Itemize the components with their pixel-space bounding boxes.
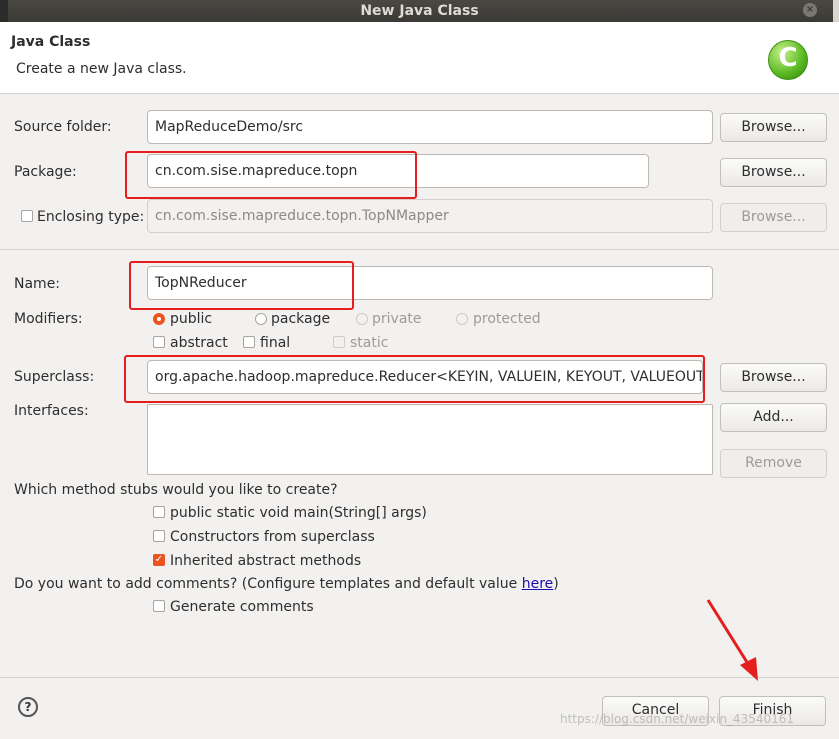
interfaces-list[interactable] [147,404,713,475]
dialog-header: Java Class Create a new Java class. C [0,22,839,94]
modifier-static-checkbox [333,336,345,348]
interfaces-label: Interfaces: [14,403,89,419]
superclass-browse-button[interactable]: Browse... [720,363,827,392]
modifier-abstract-checkbox[interactable] [153,336,165,348]
annotation-box-package [125,151,417,199]
source-folder-browse-button[interactable]: Browse... [720,113,827,142]
enclosing-type-field: cn.com.sise.mapreduce.topn.TopNMapper [147,199,713,233]
modifier-protected-label: protected [473,311,541,327]
modifiers-label: Modifiers: [14,311,83,327]
generate-comments-label: Generate comments [170,599,314,615]
modifier-public-radio[interactable] [153,313,165,325]
interfaces-add-button[interactable]: Add... [720,403,827,432]
title-bar-right-edge [833,0,839,22]
enclosing-type-checkbox[interactable] [21,210,33,222]
configure-templates-link[interactable]: here [522,576,554,592]
header-subtitle: Create a new Java class. [16,61,187,77]
comments-question-text: Do you want to add comments? (Configure … [14,576,522,592]
comments-question-close: ) [553,576,559,592]
logo-letter: C [778,43,798,73]
modifier-protected-radio [456,313,468,325]
modifier-package-radio[interactable] [255,313,267,325]
java-class-logo-icon: C [768,40,808,80]
modifier-public-label: public [170,311,213,327]
modifier-package-label: package [271,311,331,327]
package-label: Package: [14,164,77,180]
source-folder-label: Source folder: [14,119,112,135]
separator [0,249,839,250]
generate-comments-checkbox[interactable] [153,600,165,612]
stub-inherited-checkbox[interactable]: ✓ [153,554,165,566]
window-title: New Java Class [360,3,479,19]
source-folder-field[interactable]: MapReduceDemo/src [147,110,713,144]
enclosing-type-browse-button: Browse... [720,203,827,232]
stub-constructors-checkbox[interactable] [153,530,165,542]
superclass-label: Superclass: [14,369,95,385]
stub-main-label: public static void main(String[] args) [170,505,427,521]
modifier-private-label: private [372,311,422,327]
modifier-final-label: final [260,335,291,351]
header-title: Java Class [11,34,91,50]
close-icon[interactable]: × [803,3,817,17]
method-stubs-question: Which method stubs would you like to cre… [14,482,338,498]
modifier-static-label: static [350,335,389,351]
title-bar-left-edge [0,0,8,22]
modifier-private-radio [356,313,368,325]
package-browse-button[interactable]: Browse... [720,158,827,187]
annotation-box-name [129,261,354,310]
annotation-box-superclass [124,355,705,403]
annotation-arrow-icon [706,599,758,681]
stub-constructors-label: Constructors from superclass [170,529,375,545]
help-icon[interactable]: ? [18,697,38,717]
stub-main-checkbox[interactable] [153,506,165,518]
watermark: https://blog.csdn.net/weixin_43540161 [560,712,795,726]
stub-inherited-label: Inherited abstract methods [170,553,362,569]
modifier-abstract-label: abstract [170,335,228,351]
modifier-final-checkbox[interactable] [243,336,255,348]
title-bar: New Java Class × [0,0,839,22]
enclosing-type-label: Enclosing type: [37,209,145,225]
name-label: Name: [14,276,61,292]
comments-question: Do you want to add comments? (Configure … [14,576,559,592]
interfaces-remove-button: Remove [720,449,827,478]
